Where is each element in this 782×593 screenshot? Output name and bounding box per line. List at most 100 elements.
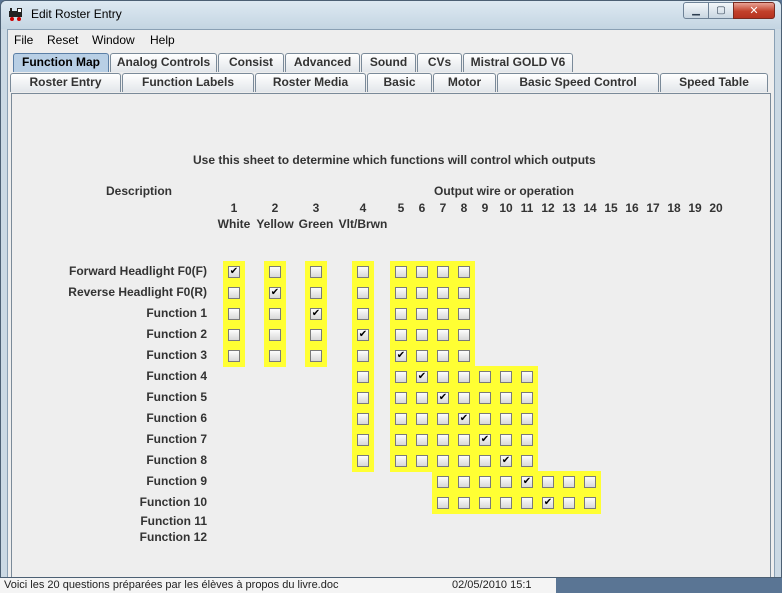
output-checkbox[interactable] [458, 266, 470, 278]
output-checkbox[interactable] [395, 455, 407, 467]
output-checkbox[interactable] [228, 350, 240, 362]
output-checkbox[interactable]: ✔ [228, 266, 240, 278]
tab-cvs[interactable]: CVs [417, 53, 462, 72]
output-checkbox[interactable] [437, 266, 449, 278]
output-checkbox[interactable] [458, 308, 470, 320]
tab-function-labels[interactable]: Function Labels [122, 73, 254, 92]
output-checkbox[interactable] [416, 392, 428, 404]
output-checkbox[interactable] [416, 434, 428, 446]
output-checkbox[interactable] [310, 350, 322, 362]
output-checkbox[interactable] [416, 287, 428, 299]
output-checkbox[interactable] [395, 371, 407, 383]
output-checkbox[interactable] [458, 287, 470, 299]
title-bar[interactable]: Edit Roster Entry ▁ ▢ ✕ [1, 1, 781, 29]
output-checkbox[interactable] [458, 392, 470, 404]
output-checkbox[interactable] [521, 413, 533, 425]
output-checkbox[interactable]: ✔ [500, 455, 512, 467]
output-checkbox[interactable] [416, 413, 428, 425]
output-checkbox[interactable] [395, 392, 407, 404]
output-checkbox[interactable] [458, 371, 470, 383]
output-checkbox[interactable] [416, 308, 428, 320]
output-checkbox[interactable] [500, 413, 512, 425]
menu-help[interactable]: Help [150, 33, 175, 47]
output-checkbox[interactable] [500, 392, 512, 404]
output-checkbox[interactable] [416, 329, 428, 341]
output-checkbox[interactable] [437, 329, 449, 341]
tab-consist[interactable]: Consist [218, 53, 284, 72]
output-checkbox[interactable] [521, 455, 533, 467]
output-checkbox[interactable] [437, 455, 449, 467]
output-checkbox[interactable] [269, 350, 281, 362]
output-checkbox[interactable] [437, 308, 449, 320]
output-checkbox[interactable] [269, 308, 281, 320]
output-checkbox[interactable] [416, 350, 428, 362]
output-checkbox[interactable] [357, 413, 369, 425]
minimize-button[interactable]: ▁ [683, 2, 709, 19]
output-checkbox[interactable] [357, 371, 369, 383]
output-checkbox[interactable] [310, 287, 322, 299]
output-checkbox[interactable] [228, 329, 240, 341]
output-checkbox[interactable] [500, 497, 512, 509]
menu-file[interactable]: File [14, 33, 33, 47]
output-checkbox[interactable] [437, 287, 449, 299]
output-checkbox[interactable] [357, 392, 369, 404]
output-checkbox[interactable] [584, 497, 596, 509]
output-checkbox[interactable] [228, 287, 240, 299]
output-checkbox[interactable] [521, 371, 533, 383]
output-checkbox[interactable] [357, 455, 369, 467]
output-checkbox[interactable] [563, 497, 575, 509]
output-checkbox[interactable] [458, 329, 470, 341]
output-checkbox[interactable]: ✔ [437, 392, 449, 404]
output-checkbox[interactable] [357, 266, 369, 278]
output-checkbox[interactable] [357, 350, 369, 362]
output-checkbox[interactable] [269, 266, 281, 278]
tab-basic-speed-control[interactable]: Basic Speed Control [497, 73, 659, 92]
output-checkbox[interactable] [458, 476, 470, 488]
output-checkbox[interactable] [310, 266, 322, 278]
output-checkbox[interactable] [479, 392, 491, 404]
output-checkbox[interactable] [395, 434, 407, 446]
close-button[interactable]: ✕ [733, 2, 775, 19]
output-checkbox[interactable] [437, 371, 449, 383]
output-checkbox[interactable]: ✔ [310, 308, 322, 320]
output-checkbox[interactable] [521, 392, 533, 404]
output-checkbox[interactable] [269, 329, 281, 341]
output-checkbox[interactable]: ✔ [395, 350, 407, 362]
output-checkbox[interactable] [458, 497, 470, 509]
output-checkbox[interactable] [395, 287, 407, 299]
output-checkbox[interactable] [437, 476, 449, 488]
output-checkbox[interactable]: ✔ [458, 413, 470, 425]
output-checkbox[interactable] [395, 308, 407, 320]
output-checkbox[interactable] [563, 476, 575, 488]
output-checkbox[interactable] [479, 371, 491, 383]
output-checkbox[interactable] [500, 371, 512, 383]
output-checkbox[interactable]: ✔ [479, 434, 491, 446]
output-checkbox[interactable] [500, 434, 512, 446]
maximize-button[interactable]: ▢ [708, 2, 734, 19]
menu-reset[interactable]: Reset [47, 33, 78, 47]
tab-analog-controls[interactable]: Analog Controls [110, 53, 217, 72]
output-checkbox[interactable]: ✔ [357, 329, 369, 341]
output-checkbox[interactable] [458, 434, 470, 446]
output-checkbox[interactable] [500, 476, 512, 488]
tab-sound[interactable]: Sound [361, 53, 416, 72]
output-checkbox[interactable] [521, 497, 533, 509]
output-checkbox[interactable] [395, 413, 407, 425]
output-checkbox[interactable] [542, 476, 554, 488]
output-checkbox[interactable] [228, 308, 240, 320]
output-checkbox[interactable] [479, 476, 491, 488]
tab-function-map[interactable]: Function Map [13, 53, 109, 72]
tab-advanced[interactable]: Advanced [285, 53, 360, 72]
output-checkbox[interactable]: ✔ [269, 287, 281, 299]
output-checkbox[interactable] [357, 434, 369, 446]
menu-window[interactable]: Window [92, 33, 135, 47]
tab-roster-media[interactable]: Roster Media [255, 73, 366, 92]
tab-motor[interactable]: Motor [433, 73, 496, 92]
output-checkbox[interactable] [395, 266, 407, 278]
output-checkbox[interactable] [458, 455, 470, 467]
output-checkbox[interactable]: ✔ [542, 497, 554, 509]
output-checkbox[interactable] [479, 497, 491, 509]
output-checkbox[interactable] [437, 350, 449, 362]
tab-basic[interactable]: Basic [367, 73, 432, 92]
output-checkbox[interactable] [416, 455, 428, 467]
